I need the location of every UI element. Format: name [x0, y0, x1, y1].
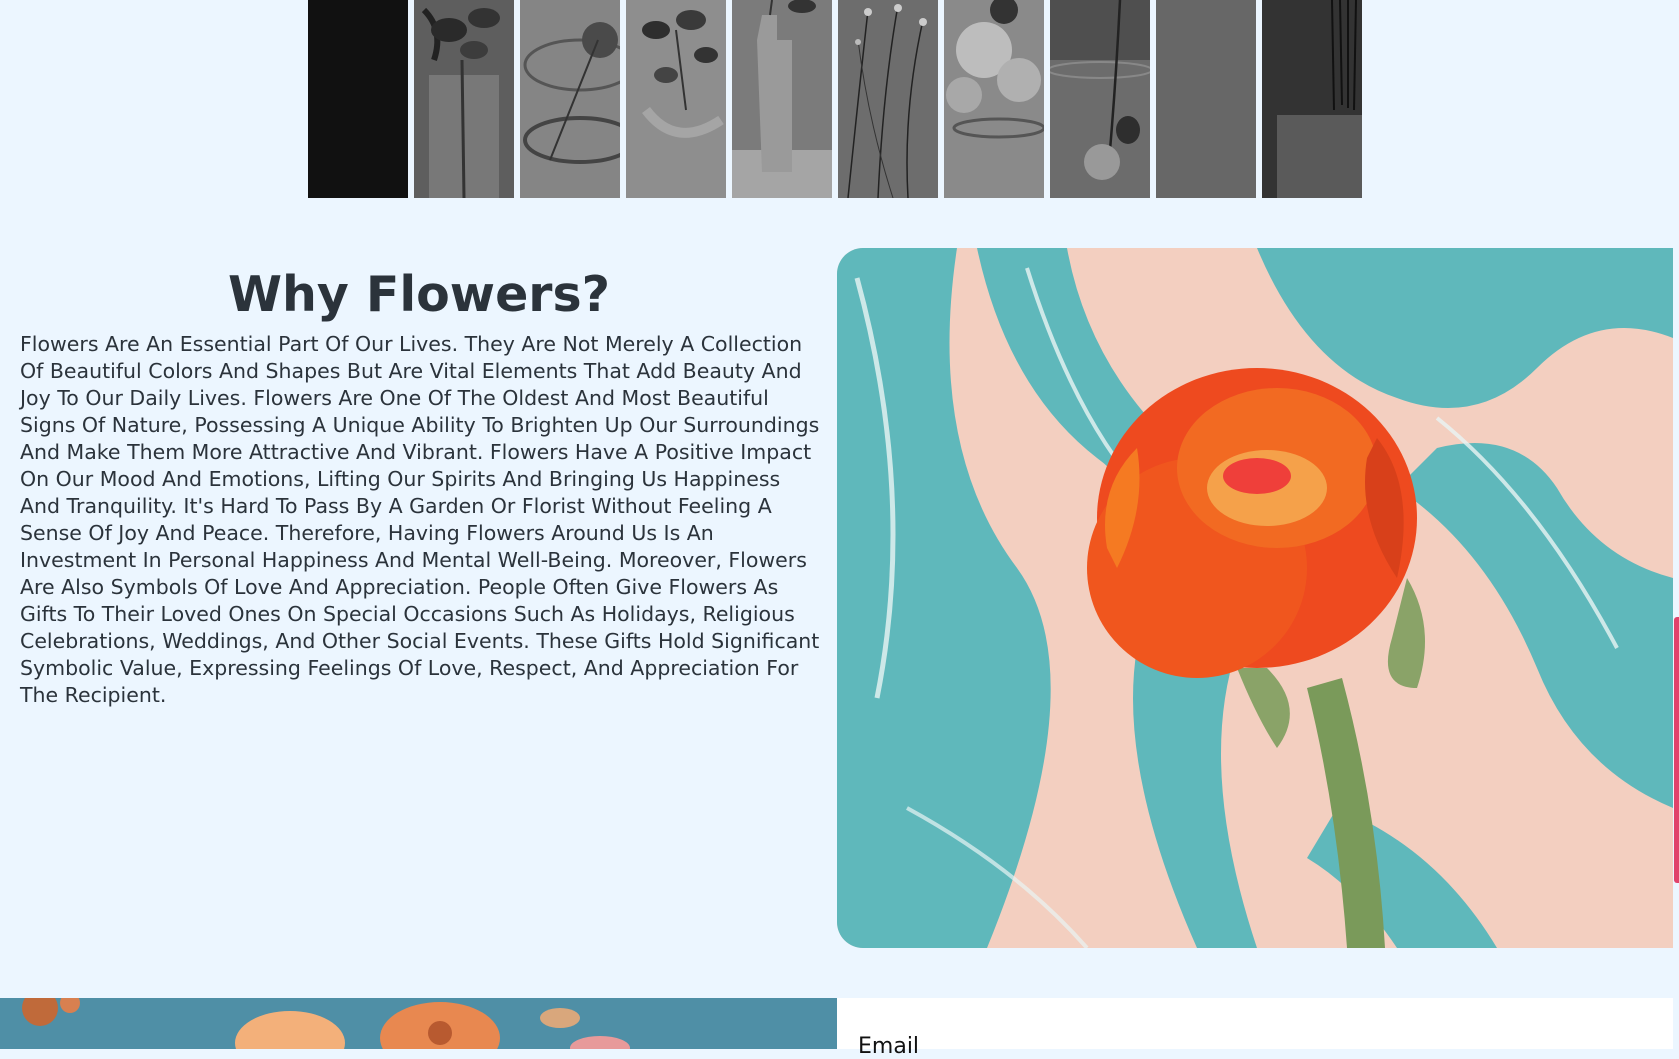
gallery-panel-dark-pedestal[interactable] — [1262, 0, 1362, 198]
gallery-panel-hanging-flower[interactable] — [1050, 0, 1150, 198]
gallery-panel-glass-bowl-flower[interactable] — [520, 0, 620, 198]
gallery-panel-wildflower-stems[interactable] — [838, 0, 938, 198]
gallery-panel-white-vase[interactable] — [732, 0, 832, 198]
gallery-panel-flower-in-glass-vase[interactable] — [414, 0, 514, 198]
gallery-panel-gray[interactable] — [1156, 0, 1256, 198]
ranunculus-photo — [837, 248, 1673, 948]
signup-form-card: Email — [837, 998, 1673, 1059]
why-flowers-text: Flowers Are An Essential Part Of Our Liv… — [20, 332, 820, 707]
gallery-panel-leafy-branch[interactable] — [626, 0, 726, 198]
gallery-strip — [308, 0, 1362, 198]
why-flowers-heading: Why Flowers? — [227, 266, 611, 323]
orange-flowers-photo — [0, 998, 837, 1049]
email-label: Email — [858, 1034, 920, 1059]
gallery-panel-white-blossoms[interactable] — [944, 0, 1044, 198]
scroll-indicator[interactable] — [1674, 617, 1679, 883]
gallery-panel-dark[interactable] — [308, 0, 408, 198]
